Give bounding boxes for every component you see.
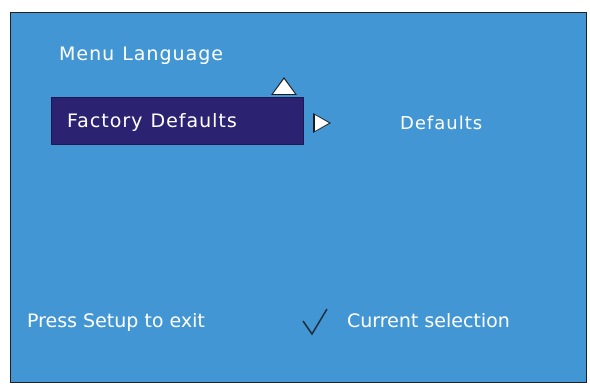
factory-defaults-item[interactable]: Factory Defaults: [51, 97, 304, 145]
menu-language-item[interactable]: Menu Language: [59, 43, 224, 65]
checkmark-icon: [302, 308, 328, 336]
up-arrow-icon: [271, 77, 297, 95]
exit-hint-text: Press Setup to exit: [27, 310, 205, 332]
factory-defaults-label: Factory Defaults: [67, 110, 238, 132]
right-arrow-icon: [313, 113, 331, 133]
defaults-option-value[interactable]: Defaults: [400, 113, 483, 134]
current-selection-legend: Current selection: [347, 310, 510, 332]
osd-menu-screen: Menu Language Factory Defaults Defaults …: [10, 12, 587, 383]
